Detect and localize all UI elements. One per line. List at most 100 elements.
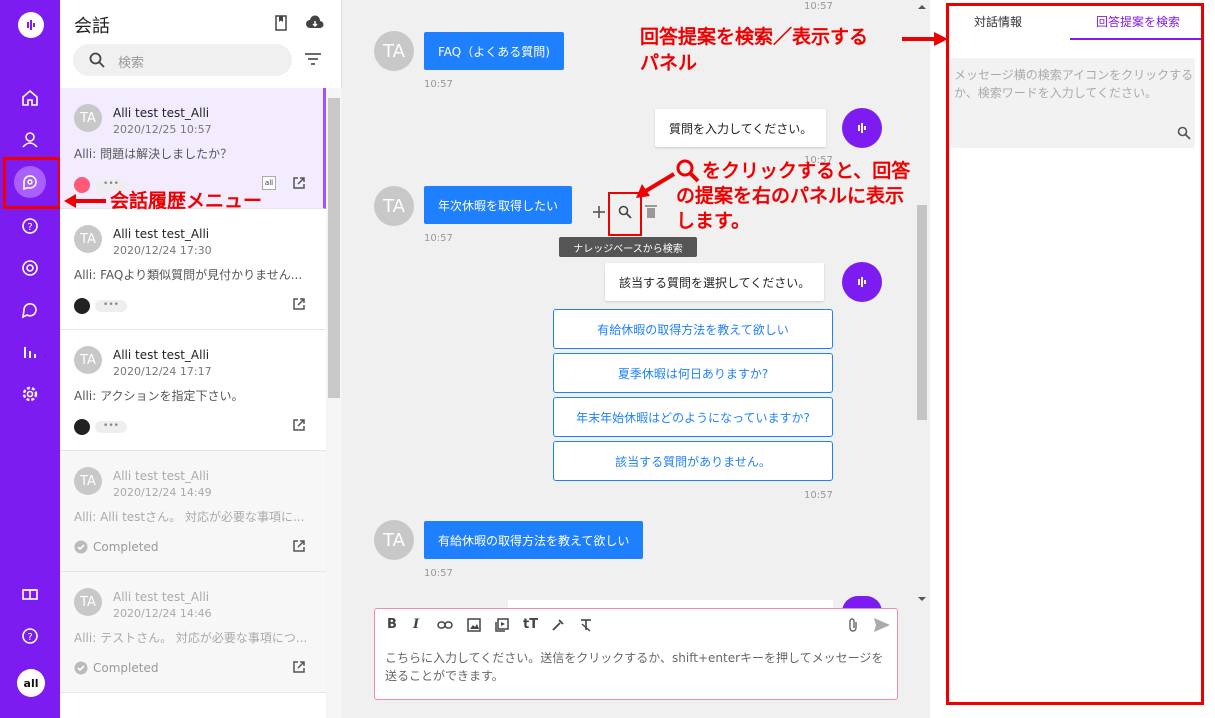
arrow-left-icon: [636, 172, 676, 198]
user-message: 有給休暇の取得方法を教えて欲しい: [424, 521, 644, 559]
arrow-right-icon: [902, 32, 948, 46]
annotation-search-line2: の提案を右のパネルに表示: [676, 185, 905, 207]
bot-avatar: [842, 108, 882, 148]
contact-name: Alli test test_Alli: [113, 227, 210, 241]
status-text: Completed: [93, 540, 159, 554]
bot-message: 質問を入力してください。: [655, 109, 827, 147]
delete-icon[interactable]: [645, 204, 657, 218]
settings-icon[interactable]: [18, 382, 42, 406]
conversation-list: TA Alli test test_Alli 2020/12/25 10:57 …: [60, 88, 326, 718]
more-pill[interactable]: •••: [95, 300, 127, 312]
timestamp: 10:57: [804, 490, 833, 501]
open-external-icon[interactable]: [292, 660, 306, 674]
message-preview: Alli: アクションを指定下さい。: [74, 389, 244, 403]
timestamp: 2020/12/24 14:49: [113, 486, 212, 499]
target-icon[interactable]: [18, 256, 42, 280]
check-circle-icon: [74, 540, 88, 554]
list-item[interactable]: TA Alli test test_Alli 2020/12/24 17:17 …: [60, 330, 326, 451]
message-preview: Alli: 問題は解決しましたか？: [74, 147, 233, 161]
open-external-icon[interactable]: [292, 539, 306, 553]
panel-highlight-box: [946, 3, 1204, 705]
avatar: TA: [74, 346, 102, 374]
chat-icon[interactable]: [18, 298, 42, 322]
clear-format-icon[interactable]: [579, 618, 593, 632]
color-picker-icon[interactable]: [551, 618, 565, 632]
timestamp: 10:57: [424, 568, 453, 579]
contact-name: Alli test test_Alli: [113, 106, 210, 120]
channel-icon: [74, 419, 90, 435]
svg-text:?: ?: [27, 632, 32, 643]
attach-icon[interactable]: [847, 617, 859, 633]
check-circle-icon: [74, 661, 88, 675]
message-preview: Alli: FAQより類似質問が見付かりません...: [74, 268, 303, 282]
text-size-icon[interactable]: tT: [523, 617, 538, 632]
list-item[interactable]: TA Alli test test_Alli 2020/12/24 14:49 …: [60, 451, 326, 572]
search-icon: [89, 52, 105, 68]
cloud-download-icon[interactable]: [305, 14, 325, 34]
timestamp: 2020/12/24 17:30: [113, 244, 212, 257]
send-icon[interactable]: [873, 617, 891, 633]
chat-scrollbar-thumb[interactable]: [917, 205, 927, 420]
italic-icon[interactable]: I: [413, 617, 419, 632]
annotation-panel-line2: パネル: [640, 52, 698, 74]
menu-highlight-box: [3, 157, 61, 209]
bot-avatar: [842, 262, 882, 302]
user-message: 年次休暇を取得したい: [424, 186, 573, 224]
nav-rail: ? ? all: [0, 0, 60, 718]
message-preview: Alli: Alli testさん。 対応が必要な事項に...: [74, 510, 305, 524]
search-input[interactable]: 検索: [73, 44, 292, 76]
status-badge: Completed: [74, 540, 158, 554]
channel-icon: [74, 177, 90, 193]
list-item[interactable]: TA Alli test test_Alli 2020/12/24 17:30 …: [60, 209, 326, 330]
analytics-icon[interactable]: [18, 340, 42, 364]
scroll-down-icon[interactable]: [917, 596, 927, 602]
avatar: TA: [74, 225, 102, 253]
contact-name: Alli test test_Alli: [113, 348, 210, 362]
scroll-up-icon[interactable]: [917, 4, 927, 10]
annotation-search-line3: します。: [676, 210, 751, 232]
open-external-icon[interactable]: [292, 418, 306, 432]
timestamp: 10:57: [424, 233, 453, 244]
alli-logo-icon[interactable]: [18, 12, 44, 38]
list-item[interactable]: TA Alli test test_Alli 2020/12/24 14:46 …: [60, 572, 326, 693]
quick-reply-option[interactable]: 夏季休暇は何日ありますか?: [553, 353, 833, 393]
bold-icon[interactable]: B: [387, 617, 397, 632]
list-scrollbar-thumb[interactable]: [328, 98, 340, 398]
add-icon[interactable]: [592, 205, 606, 219]
tooltip: ナレッジベースから検索: [559, 237, 697, 257]
help-icon[interactable]: ?: [18, 624, 42, 648]
svg-text:?: ?: [27, 222, 32, 233]
help-icon[interactable]: ?: [18, 214, 42, 238]
message-composer[interactable]: B I tT こちらに入力してください。送信をクリックするか、shift+ent…: [374, 608, 898, 700]
avatar: TA: [74, 588, 102, 616]
avatar: TA: [74, 467, 102, 495]
annotation-search-line1: をクリックすると、回答: [702, 160, 911, 182]
quick-reply-option[interactable]: 該当する質問がありません。: [553, 441, 833, 481]
contact-name: Alli test test_Alli: [113, 469, 210, 483]
composer-placeholder: こちらに入力してください。送信をクリックするか、shift+enterキーを押し…: [385, 651, 884, 683]
quick-reply-option[interactable]: 年末年始休暇はどのようになっていますか?: [553, 397, 833, 437]
channel-icon: [74, 298, 90, 314]
contacts-icon[interactable]: [18, 128, 42, 152]
quick-reply-option[interactable]: 有給休暇の取得方法を教えて欲しい: [553, 309, 833, 349]
magnifier-icon: [676, 159, 700, 183]
contact-name: Alli test test_Alli: [113, 590, 210, 604]
status-text: Completed: [93, 661, 159, 675]
home-icon[interactable]: [18, 86, 42, 110]
avatar: TA: [74, 104, 102, 132]
bookmark-icon[interactable]: [272, 14, 292, 34]
more-pill[interactable]: •••: [95, 421, 127, 433]
open-external-icon[interactable]: [292, 297, 306, 311]
image-icon[interactable]: [467, 618, 481, 632]
user-avatar[interactable]: all: [17, 669, 45, 697]
avatar: TA: [374, 186, 414, 226]
gift-icon[interactable]: [18, 580, 42, 604]
link-icon[interactable]: [437, 619, 453, 631]
open-external-icon[interactable]: [292, 176, 306, 190]
video-icon[interactable]: [495, 618, 509, 632]
avatar: TA: [374, 31, 414, 71]
page-title: 会話: [74, 16, 110, 37]
filter-icon[interactable]: [304, 51, 322, 67]
status-badge: Completed: [74, 661, 158, 675]
timestamp: 2020/12/24 17:17: [113, 365, 212, 378]
